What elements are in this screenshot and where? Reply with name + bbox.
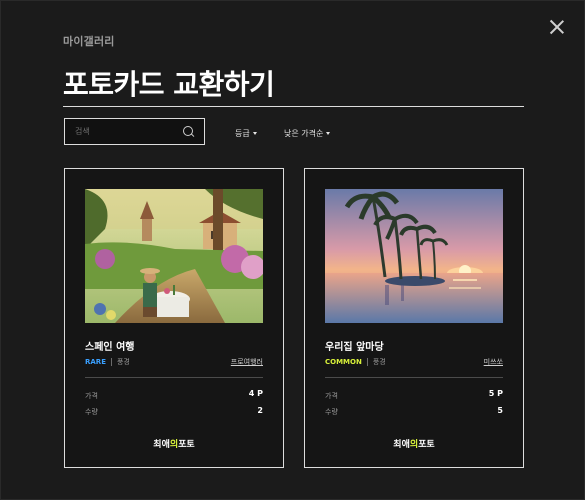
title-divider bbox=[63, 106, 524, 107]
price-label: 가격 bbox=[85, 392, 98, 400]
quantity-value: 2 bbox=[257, 406, 263, 415]
card-footer-logo: 최애의포토 bbox=[305, 437, 523, 450]
logo-part2: 의 bbox=[169, 440, 179, 450]
quantity-value: 5 bbox=[497, 406, 503, 415]
meta-separator bbox=[366, 358, 368, 366]
photocard-item[interactable]: 우리집 앞마당 COMMON 풍경 미쓰쏘 가격 5 P 수량 5 최애의포토 bbox=[304, 168, 524, 468]
card-divider bbox=[85, 377, 263, 378]
quantity-label: 수량 bbox=[85, 408, 98, 416]
card-footer-logo: 최애의포토 bbox=[65, 437, 283, 450]
card-meta: RARE 풍경 bbox=[85, 357, 130, 367]
modal-title: 포토카드 교환하기 bbox=[63, 68, 275, 101]
logo-part3: 포토 bbox=[418, 440, 435, 450]
card-image-garden-cafe bbox=[85, 189, 263, 323]
price-value: 5 P bbox=[488, 389, 503, 398]
search-placeholder: 검색 bbox=[75, 127, 90, 136]
logo-part1: 최애 bbox=[153, 440, 170, 450]
card-name: 스페인 여행 bbox=[85, 342, 135, 353]
meta-separator bbox=[110, 358, 112, 366]
grade-badge: COMMON bbox=[325, 358, 362, 366]
logo-part2: 의 bbox=[409, 440, 419, 450]
chevron-down-icon bbox=[326, 132, 331, 135]
grade-filter-label: 등급 bbox=[235, 129, 250, 138]
price-label: 가격 bbox=[325, 392, 338, 400]
grade-badge: RARE bbox=[85, 358, 106, 366]
sort-dropdown[interactable]: 낮은 가격순 bbox=[284, 128, 331, 139]
close-icon[interactable] bbox=[549, 19, 565, 35]
search-icon[interactable] bbox=[183, 126, 193, 136]
genre-label: 풍경 bbox=[116, 358, 130, 366]
logo-part1: 최애 bbox=[393, 440, 410, 450]
grade-filter-dropdown[interactable]: 등급 bbox=[235, 128, 257, 139]
owner-link[interactable]: 미쓰쏘 bbox=[484, 357, 503, 367]
card-divider bbox=[325, 377, 503, 378]
card-name: 우리집 앞마당 bbox=[325, 342, 384, 353]
chevron-down-icon bbox=[252, 132, 257, 135]
brand-label: 마이갤러리 bbox=[63, 35, 115, 48]
card-meta: COMMON 풍경 bbox=[325, 357, 386, 367]
photocard-item[interactable]: 스페인 여행 RARE 풍경 프로여행러 가격 4 P 수량 2 최애의포토 bbox=[64, 168, 284, 468]
logo-part3: 포토 bbox=[178, 440, 195, 450]
genre-label: 풍경 bbox=[372, 358, 386, 366]
card-image-palm-sunset bbox=[325, 189, 503, 323]
sort-label: 낮은 가격순 bbox=[284, 129, 324, 138]
search-box[interactable]: 검색 bbox=[64, 118, 205, 145]
exchange-modal: 마이갤러리 포토카드 교환하기 검색 등급 낮은 가격순 스페인 여행 RARE… bbox=[0, 0, 585, 500]
quantity-label: 수량 bbox=[325, 408, 338, 416]
price-value: 4 P bbox=[248, 389, 263, 398]
owner-link[interactable]: 프로여행러 bbox=[231, 357, 263, 367]
